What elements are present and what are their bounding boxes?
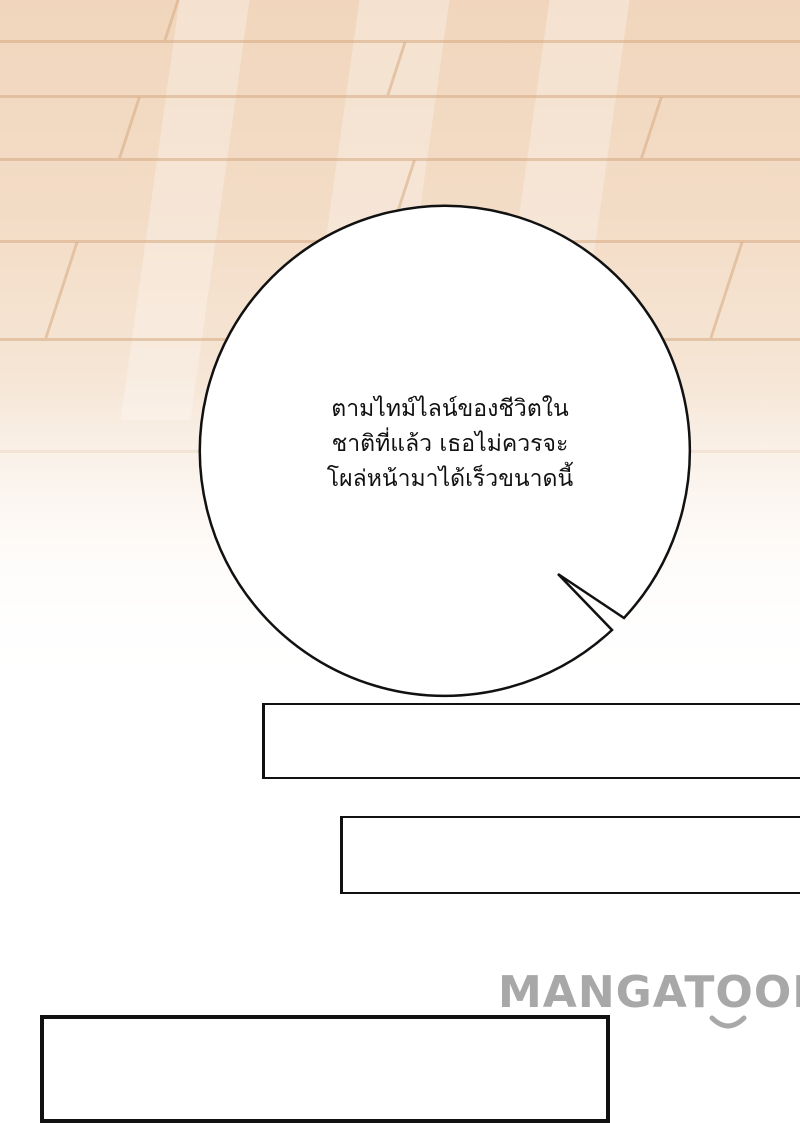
smile-icon xyxy=(709,1015,747,1029)
speech-bubble-text: ตามไทม์ไลน์ของชีวิตใน ชาติที่แล้ว เธอไม่… xyxy=(250,392,650,497)
speech-line: โผล่หน้ามาได้เร็วขนาดนี้ xyxy=(326,466,574,492)
comic-panel-frame xyxy=(40,1015,610,1123)
speech-line: ชาติที่แล้ว เธอไม่ควรจะ xyxy=(331,431,569,457)
watermark-text: MANGATOON xyxy=(498,967,800,1018)
comic-panel-frame xyxy=(340,816,800,894)
speech-bubble xyxy=(198,204,692,698)
speech-line: ตามไทม์ไลน์ของชีวิตใน xyxy=(331,396,569,422)
comic-panel-frame xyxy=(262,703,800,779)
